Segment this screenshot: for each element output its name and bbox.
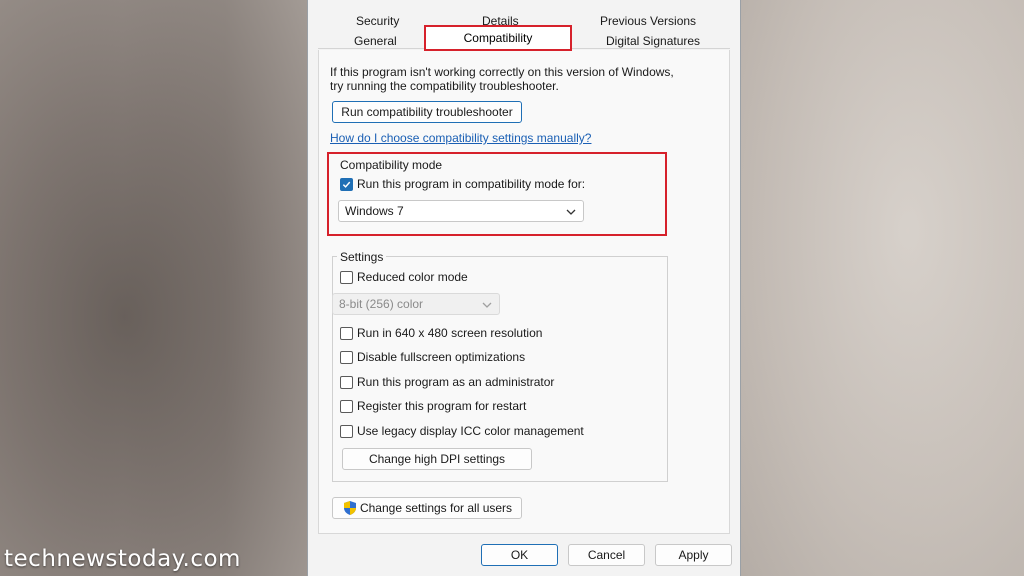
- tab-security[interactable]: Security: [356, 14, 399, 28]
- background-right: [734, 0, 1024, 576]
- restart-label: Register this program for restart: [357, 399, 527, 413]
- compatibility-mode-checkbox[interactable]: [340, 177, 353, 191]
- restart-row[interactable]: Register this program for restart: [340, 399, 526, 413]
- settings-title: Settings: [337, 250, 387, 264]
- help-link[interactable]: How do I choose compatibility settings m…: [330, 131, 591, 145]
- resolution-checkbox[interactable]: [340, 326, 353, 340]
- reduced-color-row[interactable]: Reduced color mode: [340, 270, 468, 284]
- intro-line-2: try running the compatibility troublesho…: [330, 79, 559, 93]
- intro-line-1: If this program isn't working correctly …: [330, 65, 674, 79]
- fullscreen-opt-row[interactable]: Disable fullscreen optimizations: [340, 350, 525, 364]
- tab-general[interactable]: General: [354, 34, 397, 48]
- icc-checkbox[interactable]: [340, 424, 353, 438]
- watermark: technewstoday.com: [4, 546, 241, 572]
- ok-button[interactable]: OK: [481, 544, 558, 566]
- color-depth-value: 8-bit (256) color: [339, 297, 424, 311]
- color-depth-select: 8-bit (256) color: [332, 293, 500, 315]
- icc-row[interactable]: Use legacy display ICC color management: [340, 424, 584, 438]
- compatibility-mode-row[interactable]: Run this program in compatibility mode f…: [340, 177, 585, 191]
- change-all-users-button[interactable]: Change settings for all users: [332, 497, 522, 519]
- os-select-value: Windows 7: [345, 204, 404, 218]
- tab-digital-signatures[interactable]: Digital Signatures: [606, 34, 700, 48]
- admin-checkbox[interactable]: [340, 375, 353, 389]
- tab-compatibility-label: Compatibility: [463, 31, 533, 45]
- reduced-color-label: Reduced color mode: [357, 270, 468, 284]
- resolution-row[interactable]: Run in 640 x 480 screen resolution: [340, 326, 542, 340]
- run-troubleshooter-button[interactable]: Run compatibility troubleshooter: [332, 101, 522, 123]
- properties-dialog: Security Details Previous Versions Gener…: [307, 0, 741, 576]
- background-left: [0, 0, 310, 576]
- compatibility-mode-title: Compatibility mode: [337, 158, 446, 172]
- chevron-down-icon: [566, 209, 576, 215]
- fullscreen-opt-checkbox[interactable]: [340, 350, 353, 364]
- fullscreen-opt-label: Disable fullscreen optimizations: [357, 350, 526, 364]
- tab-compatibility[interactable]: Compatibility: [424, 25, 572, 51]
- checkmark-icon: [342, 181, 351, 188]
- chevron-down-icon: [482, 302, 492, 308]
- restart-checkbox[interactable]: [340, 399, 353, 413]
- change-dpi-button[interactable]: Change high DPI settings: [342, 448, 532, 470]
- uac-shield-icon: [343, 501, 356, 515]
- tab-previous-versions[interactable]: Previous Versions: [600, 14, 696, 28]
- cancel-button[interactable]: Cancel: [568, 544, 645, 566]
- compatibility-mode-label: Run this program in compatibility mode f…: [357, 177, 586, 191]
- apply-button[interactable]: Apply: [655, 544, 732, 566]
- admin-row[interactable]: Run this program as an administrator: [340, 375, 554, 389]
- resolution-label: Run in 640 x 480 screen resolution: [357, 326, 543, 340]
- os-select[interactable]: Windows 7: [338, 200, 584, 222]
- change-all-users-label: Change settings for all users: [359, 501, 513, 515]
- reduced-color-checkbox[interactable]: [340, 270, 353, 284]
- admin-label: Run this program as an administrator: [357, 375, 555, 389]
- icc-label: Use legacy display ICC color management: [357, 424, 584, 438]
